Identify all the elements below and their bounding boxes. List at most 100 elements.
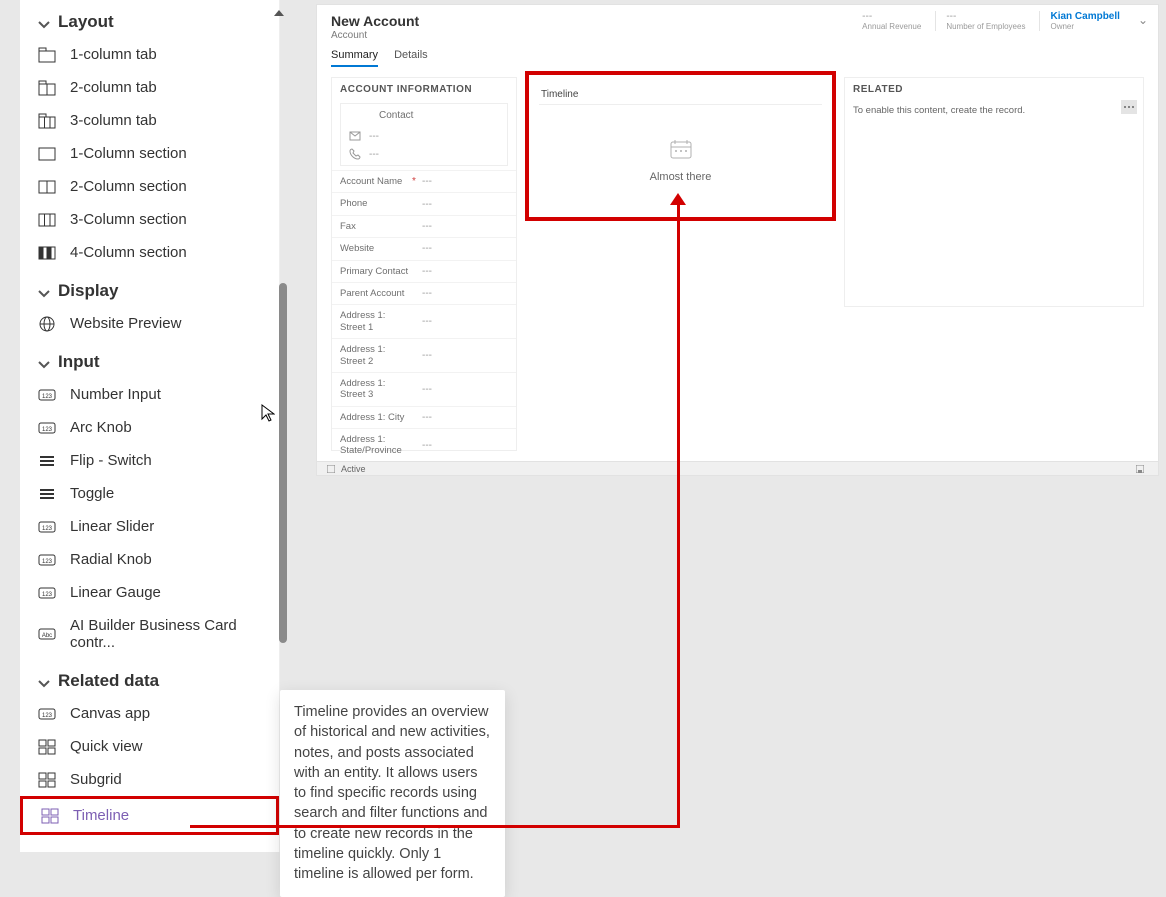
section-header-input[interactable]: Input: [20, 340, 279, 378]
account-field-row[interactable]: Website---: [332, 237, 516, 259]
account-field-row[interactable]: Address 1: Street 1---: [332, 304, 516, 338]
palette-item-3-column-section[interactable]: 3-Column section: [20, 203, 279, 236]
account-field-row[interactable]: Address 1: City---: [332, 406, 516, 428]
palette-item-flip-switch[interactable]: Flip - Switch: [20, 444, 279, 477]
number-icon: 123: [38, 585, 56, 601]
text-icon: Abc: [38, 626, 56, 642]
palette-item-toggle[interactable]: Toggle: [20, 477, 279, 510]
required-indicator: *: [412, 176, 422, 187]
field-value: ---: [422, 243, 508, 254]
palette-item-label: Toggle: [70, 485, 114, 502]
palette-item-label: 4-Column section: [70, 244, 187, 261]
palette-item-timeline[interactable]: Timeline: [20, 796, 279, 835]
tab-1-column-icon: [38, 47, 56, 63]
timeline-tooltip: Timeline provides an overview of histori…: [280, 690, 505, 897]
more-options-button[interactable]: [1121, 100, 1137, 114]
tab-3-column-icon: [38, 113, 56, 129]
field-value: ---: [422, 199, 508, 210]
number-icon: 123: [38, 519, 56, 535]
mouse-cursor-icon: [261, 404, 275, 422]
palette-item-label: 2-column tab: [70, 79, 157, 96]
scroll-up-caret[interactable]: [274, 10, 284, 16]
section-title: Display: [58, 281, 118, 301]
svg-text:123: 123: [42, 713, 53, 719]
field-value: ---: [422, 440, 508, 451]
palette-item-radial-knob[interactable]: 123 Radial Knob: [20, 543, 279, 576]
account-field-row[interactable]: Account Name*---: [332, 170, 516, 192]
section-heading: RELATED: [845, 78, 1143, 101]
timeline-section[interactable]: Timeline Almost there: [531, 77, 830, 451]
section-header-layout[interactable]: Layout: [20, 0, 279, 38]
field-label: Primary Contact: [340, 266, 412, 277]
contact-email-value: ---: [369, 131, 379, 142]
palette-item-label: Subgrid: [70, 771, 122, 788]
svg-text:123: 123: [42, 394, 53, 400]
palette-item-number-input[interactable]: 123 Number Input: [20, 378, 279, 411]
palette-item-1-column-section[interactable]: 1-Column section: [20, 137, 279, 170]
number-icon: 123: [38, 552, 56, 568]
stat-num-employees: --- Number of Employees: [935, 11, 1035, 31]
field-label: Address 1: Street 3: [340, 378, 412, 401]
contact-email-line: ---: [349, 127, 499, 145]
field-label: Address 1: State/Province: [340, 434, 412, 457]
field-value: ---: [422, 316, 508, 327]
palette-item-label: Linear Slider: [70, 518, 154, 535]
component-palette: Layout 1-column tab 2-column tab 3-colum…: [20, 0, 280, 852]
preview-header: New Account Account --- Annual Revenue -…: [317, 5, 1158, 43]
account-field-row[interactable]: Address 1: Street 2---: [332, 338, 516, 372]
section-1-column-icon: [38, 146, 56, 162]
tab-details[interactable]: Details: [394, 49, 428, 67]
section-header-display[interactable]: Display: [20, 269, 279, 307]
section-2-column-icon: [38, 179, 56, 195]
palette-item-arc-knob[interactable]: 123 Arc Knob: [20, 411, 279, 444]
palette-item-label: 3-Column section: [70, 211, 187, 228]
palette-item-4-column-section[interactable]: 4-Column section: [20, 236, 279, 269]
related-message: To enable this content, create the recor…: [845, 101, 1143, 120]
grid-icon: [38, 772, 56, 788]
account-field-row[interactable]: Fax---: [332, 215, 516, 237]
sidebar-scrollbar[interactable]: [279, 283, 287, 643]
contact-card[interactable]: Contact --- ---: [340, 103, 508, 166]
palette-item-canvas-app[interactable]: 123 Canvas app: [20, 697, 279, 730]
save-icon[interactable]: [1136, 465, 1144, 473]
field-label: Parent Account: [340, 288, 412, 299]
tooltip-text: Timeline provides an overview of histori…: [294, 704, 490, 882]
palette-item-label: 1-column tab: [70, 46, 157, 63]
palette-item-2-column-tab[interactable]: 2-column tab: [20, 71, 279, 104]
contact-phone-line: ---: [349, 145, 499, 163]
section-header-related-data[interactable]: Related data: [20, 659, 279, 697]
palette-item-3-column-tab[interactable]: 3-column tab: [20, 104, 279, 137]
chevron-down-icon[interactable]: ⌄: [1134, 11, 1148, 27]
account-field-row[interactable]: Parent Account---: [332, 282, 516, 304]
stat-value: ---: [862, 11, 921, 22]
palette-item-quick-view[interactable]: Quick view: [20, 730, 279, 763]
palette-item-label: Arc Knob: [70, 419, 132, 436]
palette-item-ai-builder-card[interactable]: Abc AI Builder Business Card contr...: [20, 609, 279, 659]
field-value: ---: [422, 221, 508, 232]
mail-icon: [349, 130, 361, 142]
account-field-row[interactable]: Address 1: State/Province ---: [332, 428, 516, 461]
account-field-row[interactable]: Primary Contact---: [332, 260, 516, 282]
account-field-row[interactable]: Address 1: Street 3---: [332, 372, 516, 406]
account-information-section[interactable]: ACCOUNT INFORMATION Contact --- --- Acco…: [331, 77, 517, 451]
palette-item-label: 3-column tab: [70, 112, 157, 129]
account-field-row[interactable]: Phone---: [332, 192, 516, 214]
svg-text:Abc: Abc: [42, 633, 52, 639]
grid-icon: [38, 739, 56, 755]
stat-annual-revenue: --- Annual Revenue: [852, 11, 931, 31]
section-4-column-icon: [38, 245, 56, 261]
stat-label: Annual Revenue: [862, 22, 921, 31]
palette-item-subgrid[interactable]: Subgrid: [20, 763, 279, 796]
svg-text:123: 123: [42, 592, 53, 598]
palette-item-1-column-tab[interactable]: 1-column tab: [20, 38, 279, 71]
palette-item-label: Website Preview: [70, 315, 181, 332]
palette-item-website-preview[interactable]: Website Preview: [20, 307, 279, 340]
palette-item-2-column-section[interactable]: 2-Column section: [20, 170, 279, 203]
list-icon: [38, 486, 56, 502]
related-section[interactable]: RELATED To enable this content, create t…: [844, 77, 1144, 307]
section-heading: ACCOUNT INFORMATION: [332, 78, 516, 101]
section-3-column-icon: [38, 212, 56, 228]
palette-item-linear-gauge[interactable]: 123 Linear Gauge: [20, 576, 279, 609]
palette-item-linear-slider[interactable]: 123 Linear Slider: [20, 510, 279, 543]
tab-summary[interactable]: Summary: [331, 49, 378, 67]
